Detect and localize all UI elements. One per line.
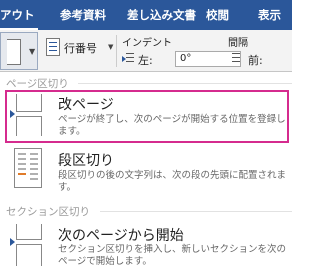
line-numbers-label: 行番号 bbox=[64, 42, 97, 55]
tab-mailings[interactable]: 差し込み文書 bbox=[127, 7, 196, 23]
divider bbox=[116, 35, 117, 67]
ribbon-panel: ▼ 行番号 ▼ インデント 左: 0° 間隔 前: bbox=[0, 30, 292, 72]
page-break-icon bbox=[7, 39, 21, 65]
highlight-frame bbox=[5, 90, 289, 143]
indent-heading: インデント bbox=[122, 38, 172, 49]
next-page-section-icon bbox=[10, 224, 44, 266]
indent-left-icon bbox=[122, 53, 134, 63]
ribbon-tab-bar: アウト 参考資料 差し込み文書 校閲 表示 bbox=[0, 0, 292, 30]
column-break-title: 段区切り bbox=[58, 153, 114, 169]
column-break-description: 段区切りの後の文字列は、次の段の先頭に配置されます。 bbox=[58, 170, 287, 193]
menu-item-column-break[interactable]: 段区切り 段区切りの後の文字列は、次の段の先頭に配置されます。 bbox=[0, 148, 292, 198]
breaks-button[interactable]: ▼ bbox=[0, 32, 38, 70]
next-page-description: セクション区切りを挿入し、新しいセクションを次のページで開始します。 bbox=[58, 244, 287, 267]
indent-left-label: 左: bbox=[138, 54, 153, 67]
breaks-menu: ページ区切り 改ページ ページが終了し、次のページが開始する位置を登録します。 … bbox=[0, 72, 292, 267]
spacing-heading: 間隔 bbox=[228, 38, 248, 49]
spacing-before-icon bbox=[228, 53, 240, 63]
tab-references[interactable]: 参考資料 bbox=[60, 7, 106, 23]
tab-view[interactable]: 表示 bbox=[258, 7, 281, 23]
chevron-down-icon: ▼ bbox=[29, 47, 36, 56]
column-break-icon bbox=[14, 148, 42, 188]
spacing-before-label: 前: bbox=[248, 54, 263, 67]
tab-review[interactable]: 校閲 bbox=[206, 7, 229, 23]
section-header-section-breaks: セクション区切り bbox=[0, 202, 292, 220]
line-numbers-icon bbox=[46, 38, 60, 56]
chevron-down-icon: ▼ bbox=[108, 43, 114, 51]
next-page-title: 次のページから開始 bbox=[58, 228, 184, 244]
menu-item-next-page[interactable]: 次のページから開始 セクション区切りを挿入し、新しいセクションを次のページで開始… bbox=[0, 224, 292, 268]
tab-layout[interactable]: アウト bbox=[0, 7, 35, 23]
